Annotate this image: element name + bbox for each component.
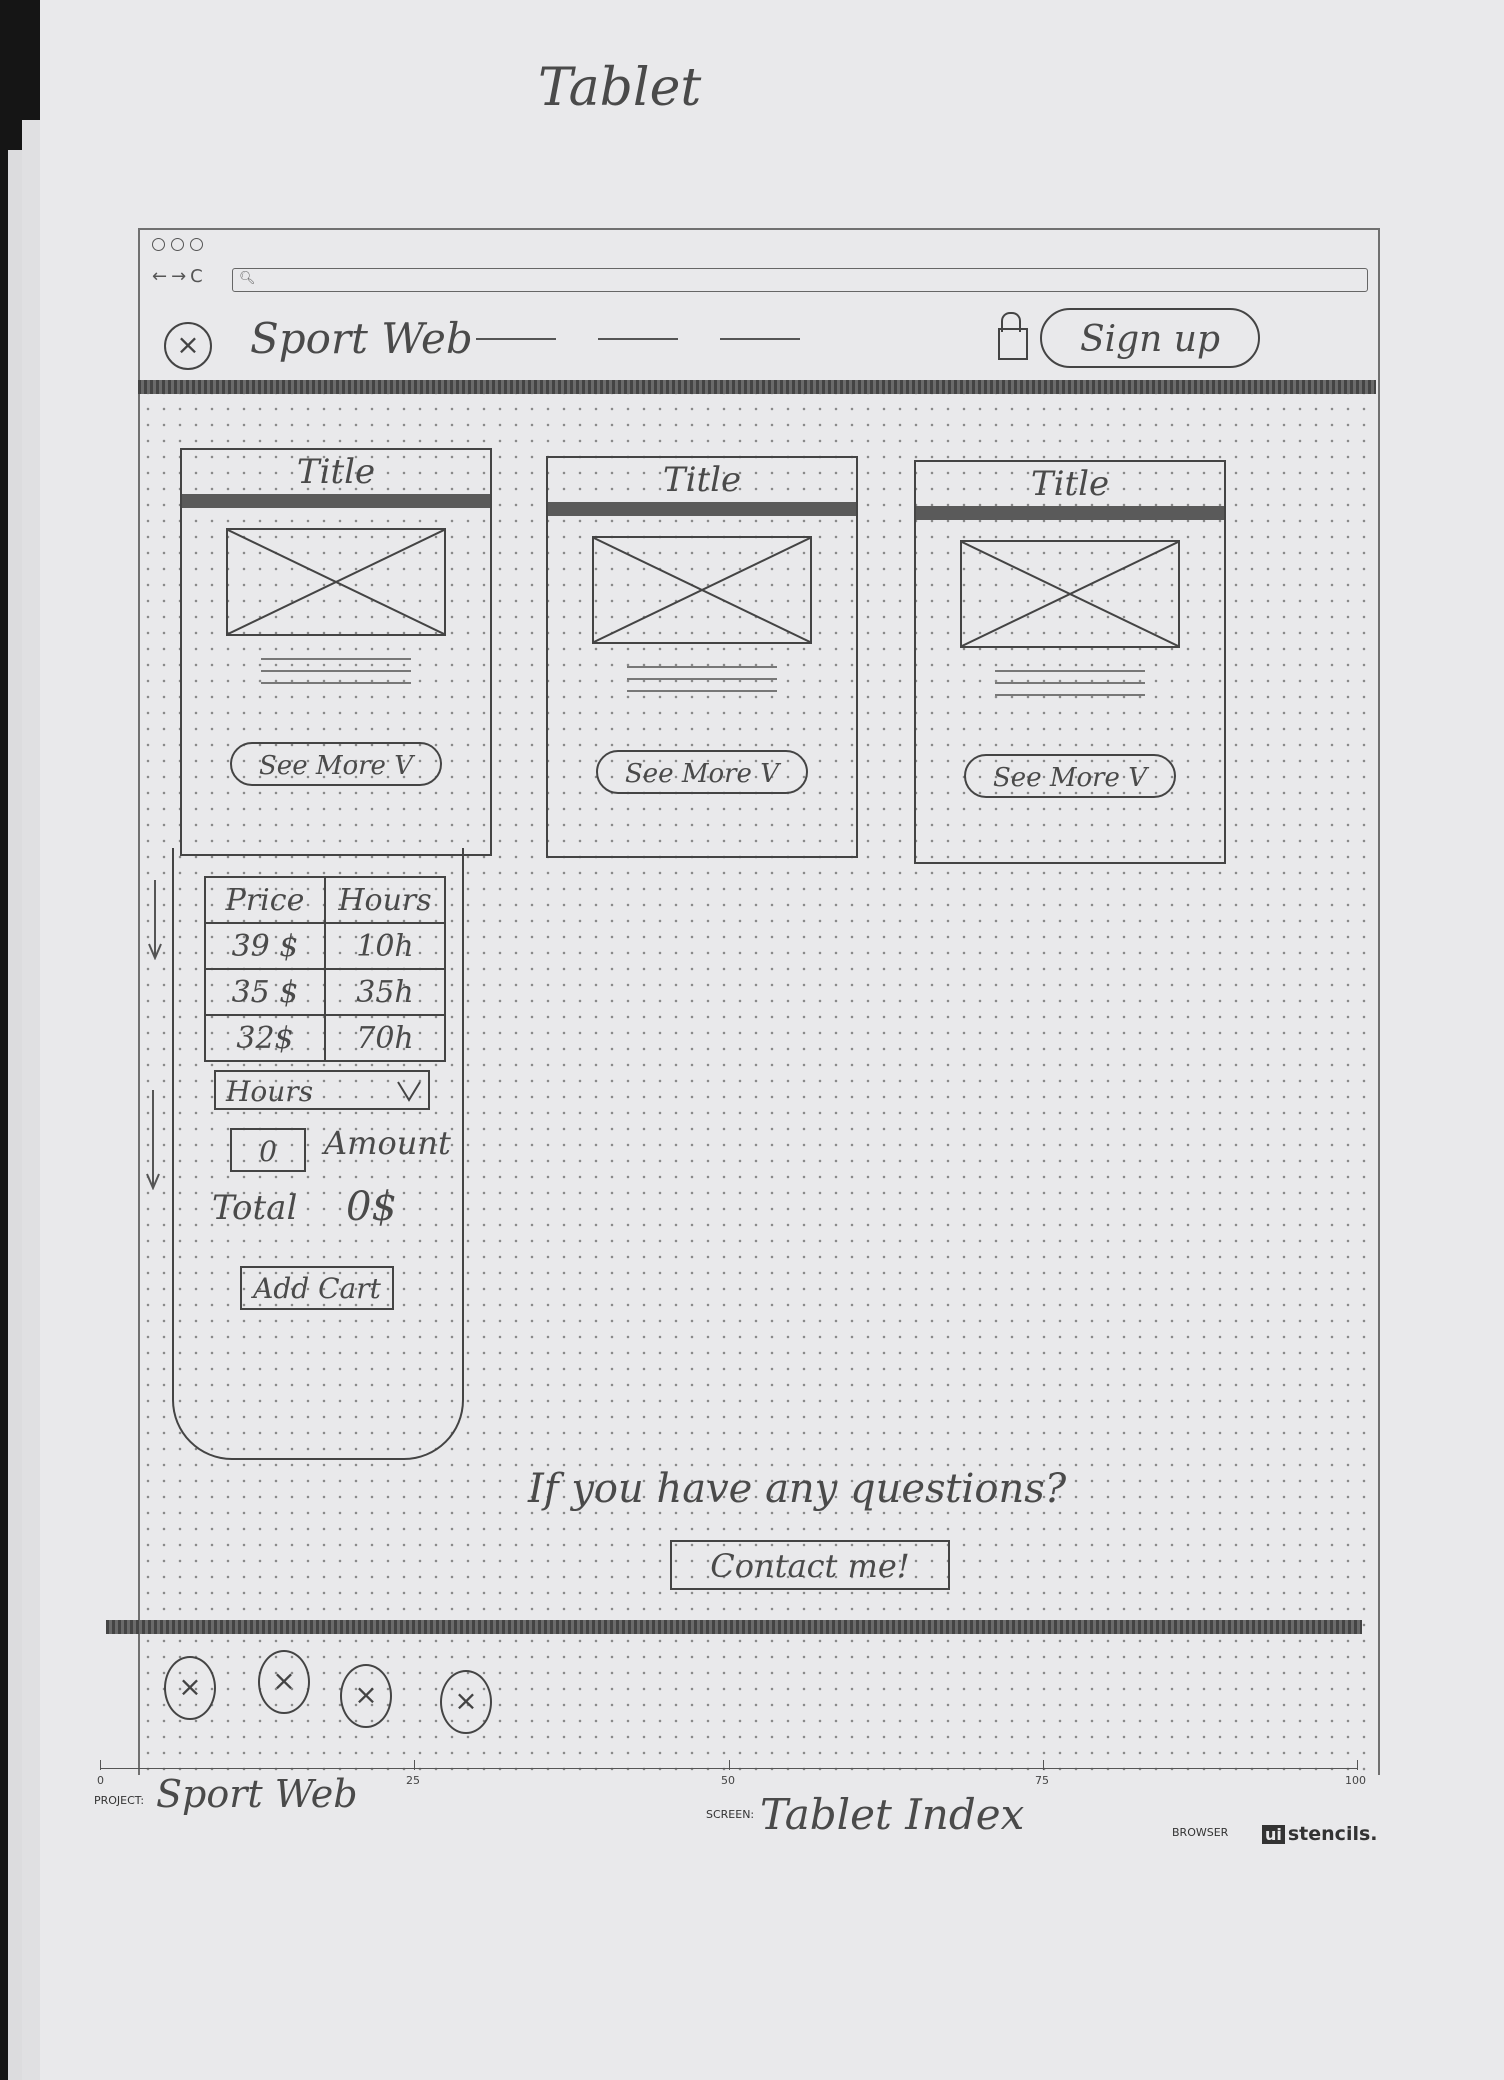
- nav-link-placeholder[interactable]: [598, 338, 678, 340]
- card-divider: [182, 494, 490, 508]
- image-placeholder-icon: [592, 536, 812, 644]
- screen-name: Tablet Index: [760, 1790, 1025, 1839]
- hours-cell: 70h: [324, 1014, 446, 1062]
- project-name: Sport Web: [156, 1772, 358, 1816]
- see-more-button[interactable]: See More V: [230, 742, 442, 786]
- nav-buttons[interactable]: ←→C: [152, 266, 207, 287]
- text-placeholder: [261, 658, 411, 684]
- chevron-down-icon: [397, 1081, 421, 1102]
- card-title: Title: [1030, 464, 1110, 504]
- window-dot[interactable]: [171, 238, 184, 251]
- ruler-label: 50: [721, 1774, 735, 1787]
- search-icon: 🔍︎: [239, 271, 256, 286]
- column-header: Hours: [324, 876, 446, 924]
- card-divider: [548, 502, 856, 516]
- ruler-label: 75: [1035, 1774, 1049, 1787]
- text-placeholder: [627, 666, 777, 692]
- table-row[interactable]: 39 $ 10h: [204, 922, 446, 970]
- arrow-down-icon: [146, 1090, 160, 1190]
- social-icon[interactable]: ×: [258, 1650, 310, 1714]
- card: Title See More V: [180, 448, 492, 856]
- hours-cell: 10h: [324, 922, 446, 970]
- image-placeholder-icon: [226, 528, 446, 636]
- column-header: Price: [204, 876, 326, 924]
- window-dot[interactable]: [152, 238, 165, 251]
- table-header-row: Price Hours: [204, 876, 446, 924]
- select-value: Hours: [226, 1075, 314, 1108]
- ruler-tick: [1357, 1760, 1358, 1770]
- pricing-panel: Price Hours 39 $ 10h 35 $ 35h 32$ 70h Ho…: [172, 848, 464, 1460]
- signup-button[interactable]: Sign up: [1040, 308, 1260, 368]
- logo-icon[interactable]: ×: [164, 322, 212, 370]
- nav-link-placeholder[interactable]: [476, 338, 556, 340]
- card-title: Title: [662, 460, 742, 500]
- footer-divider: [106, 1620, 1362, 1634]
- ruler-label: 100: [1345, 1774, 1366, 1787]
- uistencils-logo: ui stencils.: [1262, 1823, 1378, 1845]
- hours-cell: 35h: [324, 968, 446, 1016]
- price-cell: 32$: [204, 1014, 326, 1062]
- amount-stepper[interactable]: 0: [230, 1128, 306, 1172]
- price-cell: 39 $: [204, 922, 326, 970]
- social-icon[interactable]: ×: [164, 1656, 216, 1720]
- screen-label: SCREEN:: [706, 1808, 755, 1821]
- amount-label: Amount: [324, 1124, 451, 1162]
- card: Title See More V: [914, 460, 1226, 864]
- contact-button[interactable]: Contact me!: [670, 1540, 950, 1590]
- price-table: Price Hours 39 $ 10h 35 $ 35h 32$ 70h: [204, 876, 446, 1062]
- hours-select[interactable]: Hours: [214, 1070, 430, 1110]
- lock-icon[interactable]: [998, 312, 1028, 360]
- social-icon[interactable]: ×: [440, 1670, 492, 1734]
- nav-link-placeholder[interactable]: [720, 338, 800, 340]
- total-value: 0$: [346, 1184, 397, 1230]
- table-row[interactable]: 32$ 70h: [204, 1014, 446, 1062]
- card-divider: [916, 506, 1224, 520]
- url-bar[interactable]: 🔍︎: [232, 268, 1368, 292]
- card-title: Title: [296, 452, 376, 492]
- table-row[interactable]: 35 $ 35h: [204, 968, 446, 1016]
- total-label: Total: [212, 1188, 298, 1228]
- window-dot[interactable]: [190, 238, 203, 251]
- ruler-tick: [729, 1760, 730, 1770]
- text-placeholder: [995, 670, 1145, 696]
- header-divider: [138, 380, 1376, 394]
- contact-question: If you have any questions?: [528, 1466, 1067, 1512]
- window-controls: [152, 238, 203, 251]
- see-more-button[interactable]: See More V: [596, 750, 808, 794]
- ruler-label: 25: [406, 1774, 420, 1787]
- page-label: Tablet: [538, 58, 702, 118]
- image-placeholder-icon: [960, 540, 1180, 648]
- card: Title See More V: [546, 456, 858, 858]
- browser-label: BROWSER: [1172, 1826, 1229, 1839]
- see-more-button[interactable]: See More V: [964, 754, 1176, 798]
- ruler-tick: [414, 1760, 415, 1770]
- price-cell: 35 $: [204, 968, 326, 1016]
- project-label: PROJECT:: [94, 1794, 145, 1807]
- brand-name[interactable]: Sport Web: [250, 314, 473, 363]
- ruler-tick: [1043, 1760, 1044, 1770]
- ruler-label: 0: [97, 1774, 104, 1787]
- add-cart-button[interactable]: Add Cart: [240, 1266, 394, 1310]
- ruler-tick: [100, 1760, 101, 1770]
- arrow-down-icon: [148, 880, 162, 960]
- social-icon[interactable]: ×: [340, 1664, 392, 1728]
